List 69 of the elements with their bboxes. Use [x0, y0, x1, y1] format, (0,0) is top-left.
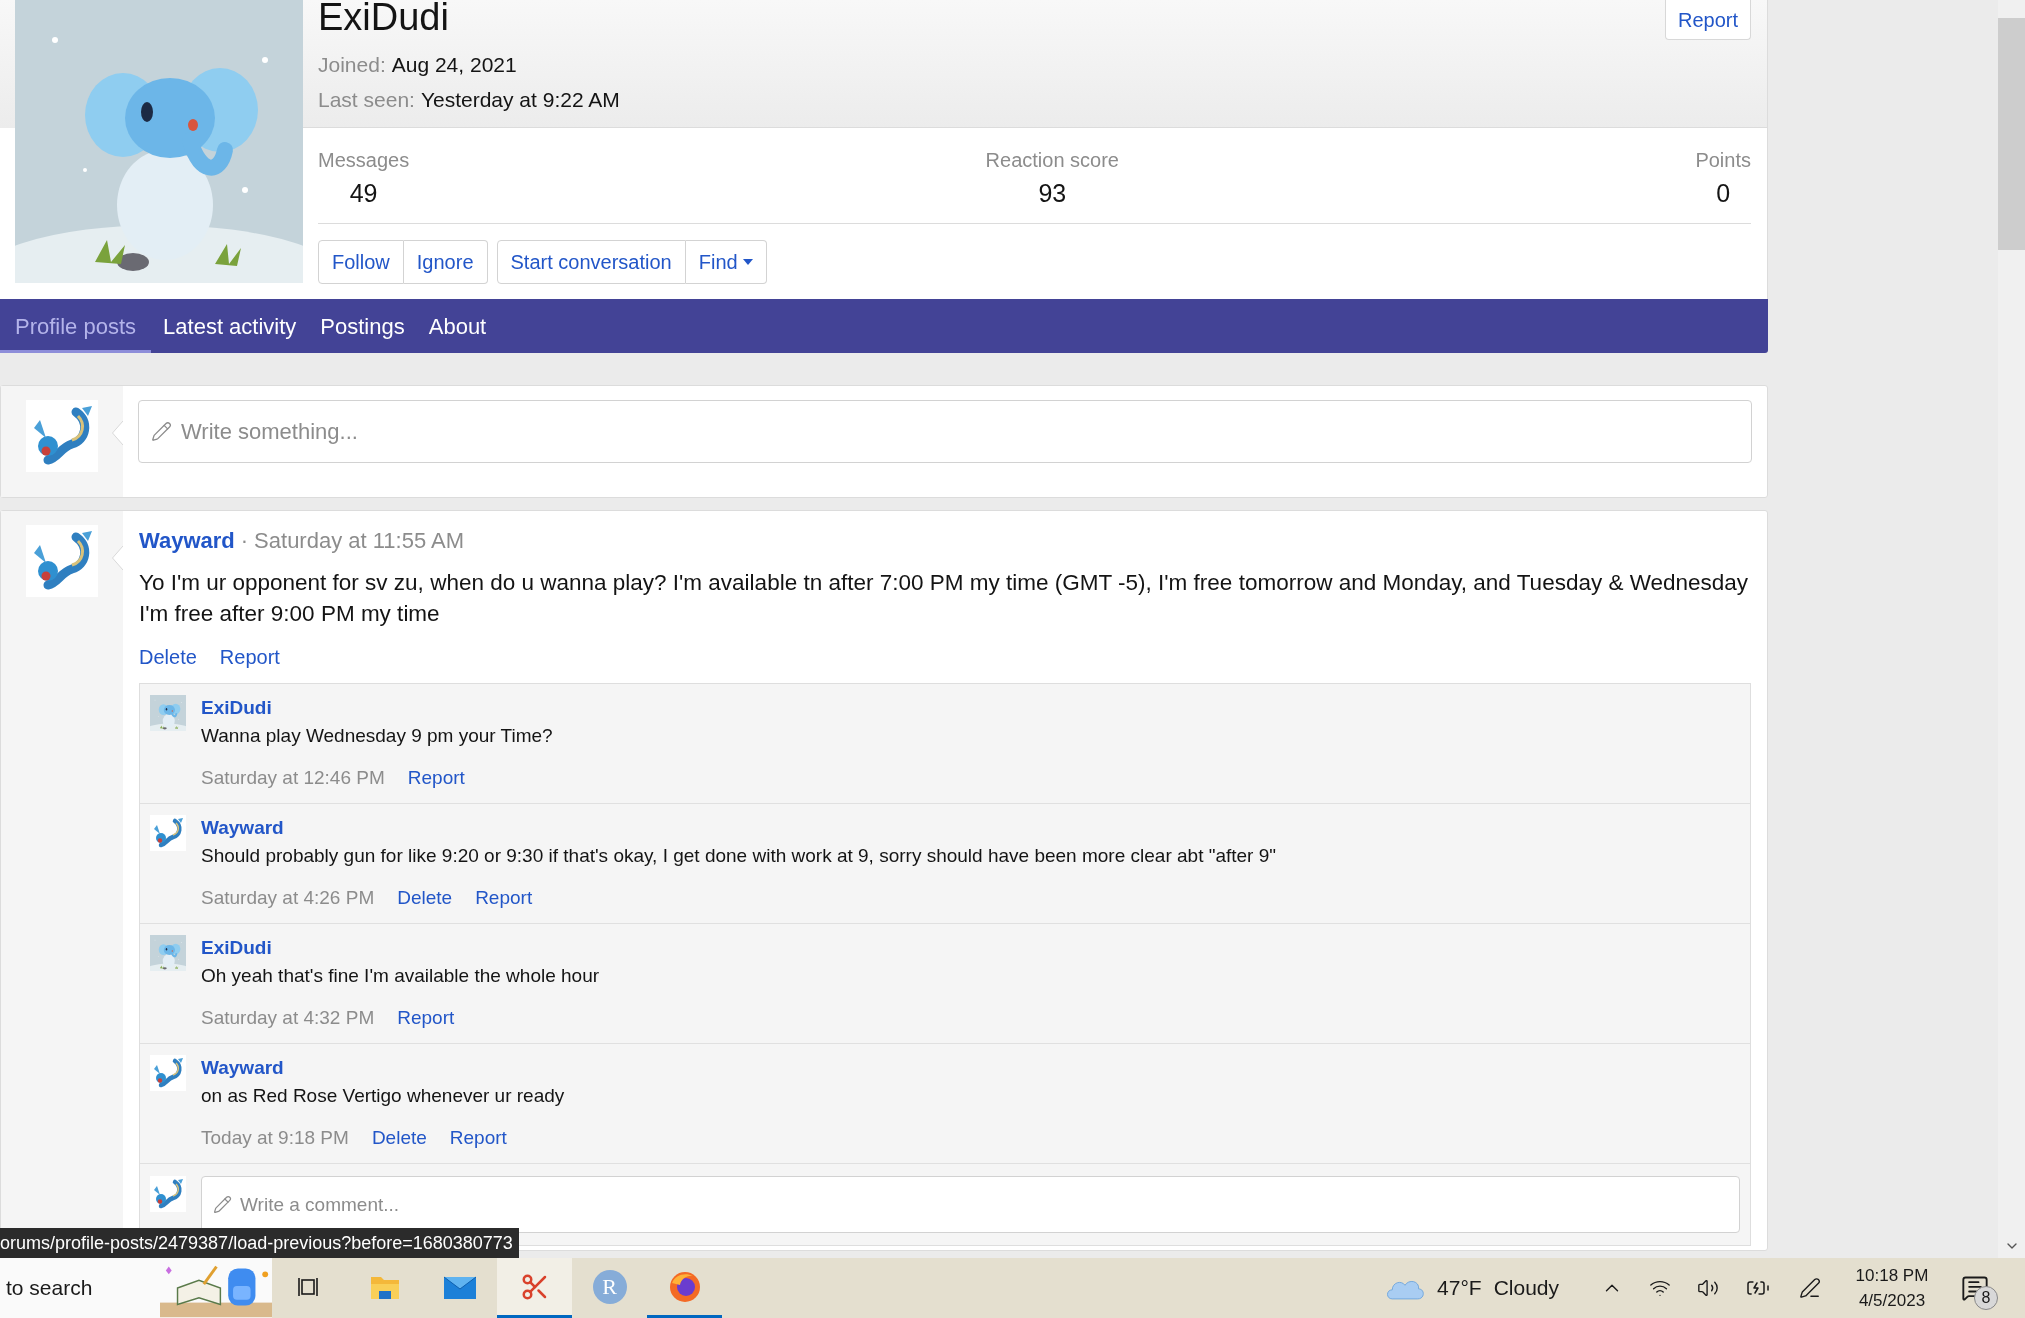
notification-icon[interactable]: [1961, 1274, 1989, 1302]
tab[interactable]: Latest activity: [151, 299, 309, 353]
author-link[interactable]: Wayward: [201, 816, 284, 840]
comment-text: Oh yeah that's fine I'm available the whole hour: [201, 964, 600, 988]
elephant-avatar-icon: [150, 935, 186, 971]
comment-text: Wanna play Wednesday 9 pm your Time?: [201, 724, 553, 748]
stat-value: 93: [1038, 178, 1067, 208]
action-button[interactable]: Follow: [318, 240, 404, 284]
swirl-globe-icon: [668, 1270, 701, 1303]
stat-label: Reaction score: [985, 149, 1119, 171]
serpent-avatar-icon: [26, 525, 98, 597]
detail-label: Last seen:: [318, 87, 415, 113]
action-link[interactable]: Report: [397, 1006, 455, 1030]
tab[interactable]: Postings: [308, 299, 417, 353]
timestamp: Saturday at 4:32 PM: [201, 1006, 375, 1030]
link-url-tooltip: orums/profile-posts/2479387/load-previous?before=1680380773: [0, 1228, 519, 1258]
tab[interactable]: Profile posts: [0, 299, 152, 353]
clock-date: 4/5/2023: [1858, 1290, 1926, 1312]
detail-value: Yesterday at 9:22 AM: [420, 87, 620, 113]
post-text: Yo I'm ur opponent for sv zu, when do u wanna play? I'm available tn after 7:00 PM my time (GMT -5), I'm free tomorrow and Monday, and Tuesday & Wednesday I'm free after 9:00 PM my time: [139, 569, 1750, 628]
scrollbar[interactable]: [1998, 0, 2025, 1258]
tab[interactable]: About: [416, 299, 499, 353]
serpent-avatar-icon: [26, 400, 98, 472]
temperature: 47°F: [1437, 1275, 1482, 1302]
clock-time: 10:18 PM: [1855, 1265, 1929, 1287]
action-link[interactable]: Delete: [371, 1126, 427, 1150]
serpent-avatar-icon: [150, 1055, 186, 1091]
stat-label: Points: [1695, 149, 1751, 171]
message-field[interactable]: Write something...: [138, 400, 1752, 463]
comment-field[interactable]: Write a comment...: [201, 1176, 1740, 1233]
stat-value: 0: [1716, 178, 1731, 208]
author-link[interactable]: Wayward: [201, 1056, 284, 1080]
separator: ·: [240, 527, 249, 555]
comment-text: on as Red Rose Vertigo whenever ur ready: [201, 1084, 565, 1108]
elephant-avatar-icon: [150, 695, 186, 731]
author-link[interactable]: Wayward: [139, 525, 235, 557]
action-button[interactable]: Ignore: [403, 240, 488, 284]
pencil-icon: [213, 1195, 232, 1214]
author-link[interactable]: ExiDudi: [201, 936, 272, 960]
action-link[interactable]: Report: [475, 886, 533, 910]
pencil-icon: [151, 421, 172, 442]
weather-condition: Cloudy: [1493, 1275, 1559, 1302]
timestamp: Saturday at 4:26 PM: [201, 886, 375, 910]
action-link[interactable]: Delete: [139, 643, 197, 671]
stat-value: 49: [349, 178, 378, 208]
profile-name: ExiDudi: [318, 0, 450, 38]
detail-value: Aug 24, 2021: [391, 52, 517, 78]
find-menu-button[interactable]: Find: [685, 240, 767, 284]
author-link[interactable]: ExiDudi: [201, 696, 272, 720]
timestamp: Saturday at 12:46 PM: [201, 766, 385, 790]
action-link[interactable]: Report: [407, 766, 465, 790]
notification-count: 8: [1974, 1286, 1998, 1310]
action-link[interactable]: Delete: [397, 886, 453, 910]
comment-text: Should probably gun for like 9:20 or 9:30 if that's okay, I get done with work at 9, sorry should have been more clear abt "after 9": [201, 844, 1277, 868]
caret-icon: [742, 259, 753, 265]
action-link[interactable]: Report: [449, 1126, 507, 1150]
stat-label: Messages: [318, 149, 410, 171]
serpent-avatar-icon: [150, 815, 186, 851]
detail-label: Joined:: [318, 52, 386, 78]
clock[interactable]: 10:18 PM 4/5/2023: [1842, 1263, 1942, 1313]
r-app-icon: R: [592, 1269, 627, 1304]
action-button[interactable]: Start conversation: [496, 240, 686, 284]
taskbar-app[interactable]: [497, 1258, 572, 1318]
timestamp: Today at 9:18 PM: [201, 1126, 349, 1150]
action-link[interactable]: Report: [219, 643, 280, 671]
scroll-thumb[interactable]: [1998, 18, 2025, 250]
timestamp: Saturday at 11:55 AM: [254, 527, 465, 555]
serpent-avatar-icon: [150, 1176, 186, 1212]
report-button[interactable]: Report: [1664, 0, 1751, 40]
